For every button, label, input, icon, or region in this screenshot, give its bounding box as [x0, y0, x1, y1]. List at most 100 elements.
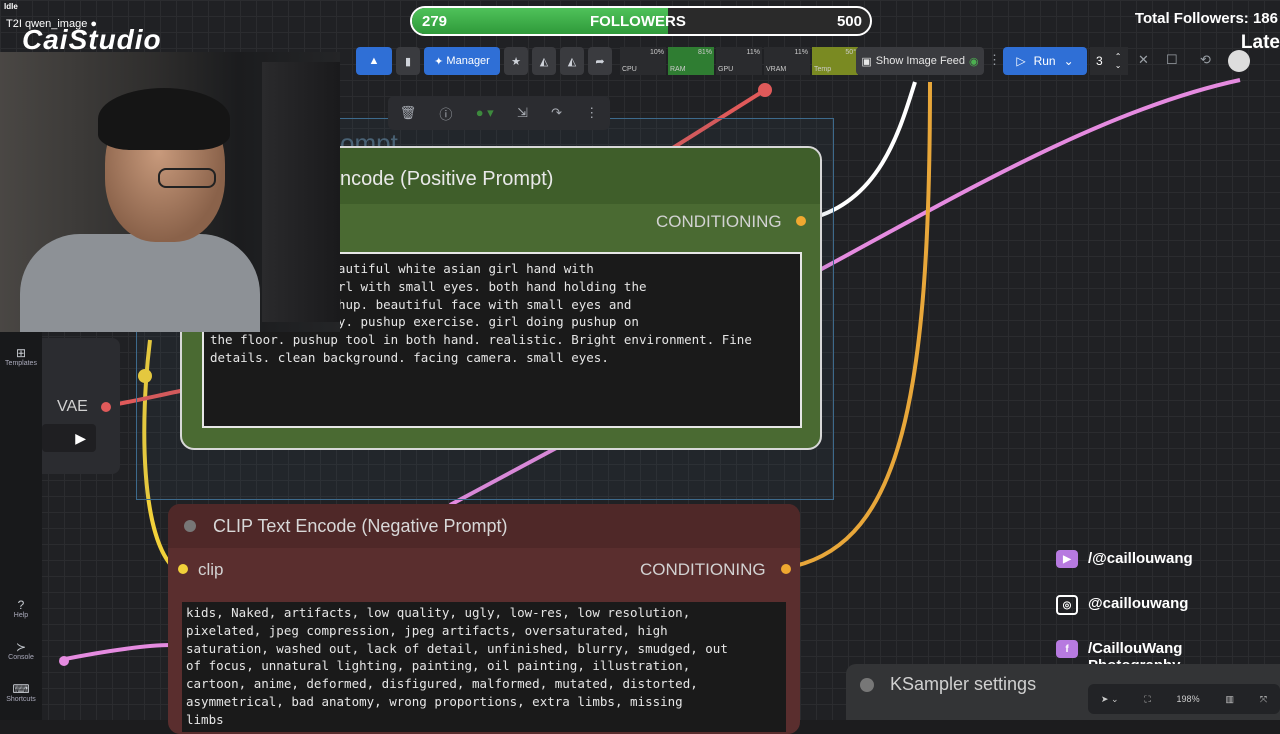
play-icon: ▷ [1016, 54, 1026, 68]
close-icon[interactable]: ✕ [1138, 52, 1149, 68]
instagram-icon: ◎ [1056, 595, 1078, 615]
facebook-icon: f [1056, 640, 1078, 658]
play-button[interactable]: ▶ [42, 424, 96, 452]
positive-output-label: CONDITIONING [656, 212, 782, 231]
chevron-down-icon: ⌄ [1063, 54, 1074, 68]
image-icon: ▣ [861, 55, 872, 68]
bookmark-button[interactable]: ▮ [396, 47, 420, 75]
negative-node-title: CLIP Text Encode (Negative Prompt) [213, 516, 508, 536]
zoom-controls: ➤ ⌄ ⛶ 198% ▥ ⤧ [1088, 684, 1280, 714]
color-picker-icon[interactable]: ● ▾ [476, 105, 494, 121]
templates-icon: ⊞ [15, 346, 27, 360]
star-icon: ★ [511, 55, 521, 68]
run-label: Run [1033, 54, 1056, 68]
image-feed-button[interactable]: ▣ Show Image Feed ◉ [856, 47, 984, 75]
meter-label: Temp [814, 66, 832, 73]
sidebar-label: Shortcuts [6, 696, 36, 703]
status-text: Idle [4, 2, 18, 11]
negative-prompt-node[interactable]: CLIP Text Encode (Negative Prompt) clip … [168, 504, 800, 734]
collapse-icon[interactable]: ⇲ [517, 105, 528, 121]
queue-count-value: 3 [1096, 54, 1103, 68]
manager-button[interactable]: ✦ Manager [424, 47, 500, 75]
meter-label: RAM [670, 66, 686, 73]
negative-output-label: CONDITIONING [640, 560, 766, 579]
meter-value: 10% [649, 49, 664, 56]
total-followers: Total Followers: 186 [1134, 10, 1278, 27]
link-visibility-icon[interactable]: ⤧ [1260, 694, 1267, 705]
info-icon[interactable]: ⓘ [439, 104, 452, 123]
left-sidebar: ⊞ Templates ? Help ≻ Console ⌨ Shortcuts [0, 332, 42, 720]
meter-gpu: GPU 11% [716, 47, 762, 75]
zoom-level[interactable]: 198% [1177, 694, 1200, 704]
top-toolbar: ▲ ▮ ✦ Manager ★ ◭ ◭ ➦ CPU 10% RAM 81% GPU 11%… [356, 44, 858, 78]
sidebar-item-console[interactable]: ≻ Console [0, 640, 42, 661]
star-button[interactable]: ★ [504, 47, 528, 75]
share-button[interactable]: ➦ [588, 47, 612, 75]
meter-vram: VRAM 11% [764, 47, 810, 75]
meter-label: VRAM [766, 66, 787, 73]
comfy-logo-icon: ▲ [368, 55, 380, 67]
negative-prompt-textarea[interactable]: kids, Naked, artifacts, low quality, ugl… [182, 602, 786, 732]
terminal-icon: ≻ [15, 640, 27, 654]
instagram-handle: ◎ @caillouwang [1056, 595, 1188, 615]
keyboard-icon: ⌨ [12, 682, 30, 696]
history-icon[interactable]: ⟲ [1200, 52, 1211, 68]
queue-count-input[interactable]: 3 ⌃ ⌄ [1090, 47, 1128, 75]
triangle-icon: ◭ [539, 55, 549, 68]
meter-value: 11% [794, 49, 809, 56]
facebook-line1: /CaillouWang [1088, 640, 1183, 657]
positive-node-title: ncode (Positive Prompt) [340, 168, 554, 190]
stepper-icon[interactable]: ⌃ ⌄ [1115, 52, 1122, 70]
collapse-dot[interactable] [184, 520, 196, 532]
tool-button-a[interactable]: ◭ [532, 47, 556, 75]
youtube-text: /@caillouwang [1088, 550, 1193, 567]
manager-label: Manager [446, 55, 490, 67]
collapse-dot[interactable] [860, 678, 874, 692]
resource-meters: CPU 10% RAM 81% GPU 11% VRAM 11% Temp 50° [620, 47, 858, 75]
clip-input-slot[interactable] [178, 564, 188, 574]
late-text: Late [1240, 32, 1280, 53]
clip-input-label: clip [198, 560, 224, 579]
link-slot[interactable] [59, 656, 69, 666]
comfy-logo-button[interactable]: ▲ [356, 47, 392, 75]
positive-output-slot[interactable] [796, 216, 806, 226]
sidebar-item-help[interactable]: ? Help [0, 598, 42, 619]
glasses [158, 168, 216, 188]
share-icon: ➦ [595, 55, 605, 68]
followers-goal: 500 [836, 13, 862, 30]
toggle-icon: ◉ [969, 55, 979, 68]
run-button[interactable]: ▷ Run ⌄ [1003, 47, 1087, 75]
vae-output-slot[interactable] [101, 402, 111, 412]
meter-ram: RAM 81% [668, 47, 714, 75]
sidebar-item-templates[interactable]: ⊞ Templates [0, 346, 42, 367]
meter-value: 11% [746, 49, 761, 56]
webcam-overlay [0, 52, 340, 332]
sidebar-label: Help [13, 612, 29, 619]
sidebar-item-shortcuts[interactable]: ⌨ Shortcuts [0, 682, 42, 703]
meter-label: CPU [622, 66, 637, 73]
sidebar-label: Console [8, 654, 34, 661]
redo-icon[interactable]: ↷ [551, 105, 562, 121]
triangle-icon: ◭ [567, 55, 577, 68]
bookmark-icon: ▮ [404, 55, 412, 68]
trash-icon[interactable]: 🗑 [400, 105, 417, 121]
minimap-icon[interactable]: ▥ [1225, 694, 1234, 705]
stop-icon[interactable]: ☐ [1166, 52, 1178, 68]
meter-temp: Temp 50° [812, 47, 858, 75]
meter-value: 50° [845, 49, 856, 56]
negative-output-slot[interactable] [781, 564, 791, 574]
followers-current: 279 [422, 13, 448, 30]
youtube-handle: ▶ /@caillouwang [1056, 550, 1193, 568]
meter-value: 81% [697, 49, 712, 56]
softbox-light [262, 62, 340, 322]
ksampler-title: KSampler settings [890, 674, 1037, 694]
vae-label: VAE [57, 398, 88, 415]
tool-button-b[interactable]: ◭ [560, 47, 584, 75]
fit-view-icon[interactable]: ⛶ [1144, 694, 1150, 705]
pointer-icon[interactable]: ➤ ⌄ [1101, 694, 1119, 705]
play-icon: ▶ [75, 429, 86, 446]
sidebar-label: Templates [5, 360, 37, 367]
more-icon[interactable]: ⋮ [585, 105, 598, 121]
meter-cpu: CPU 10% [620, 47, 666, 75]
person-body [20, 234, 260, 332]
